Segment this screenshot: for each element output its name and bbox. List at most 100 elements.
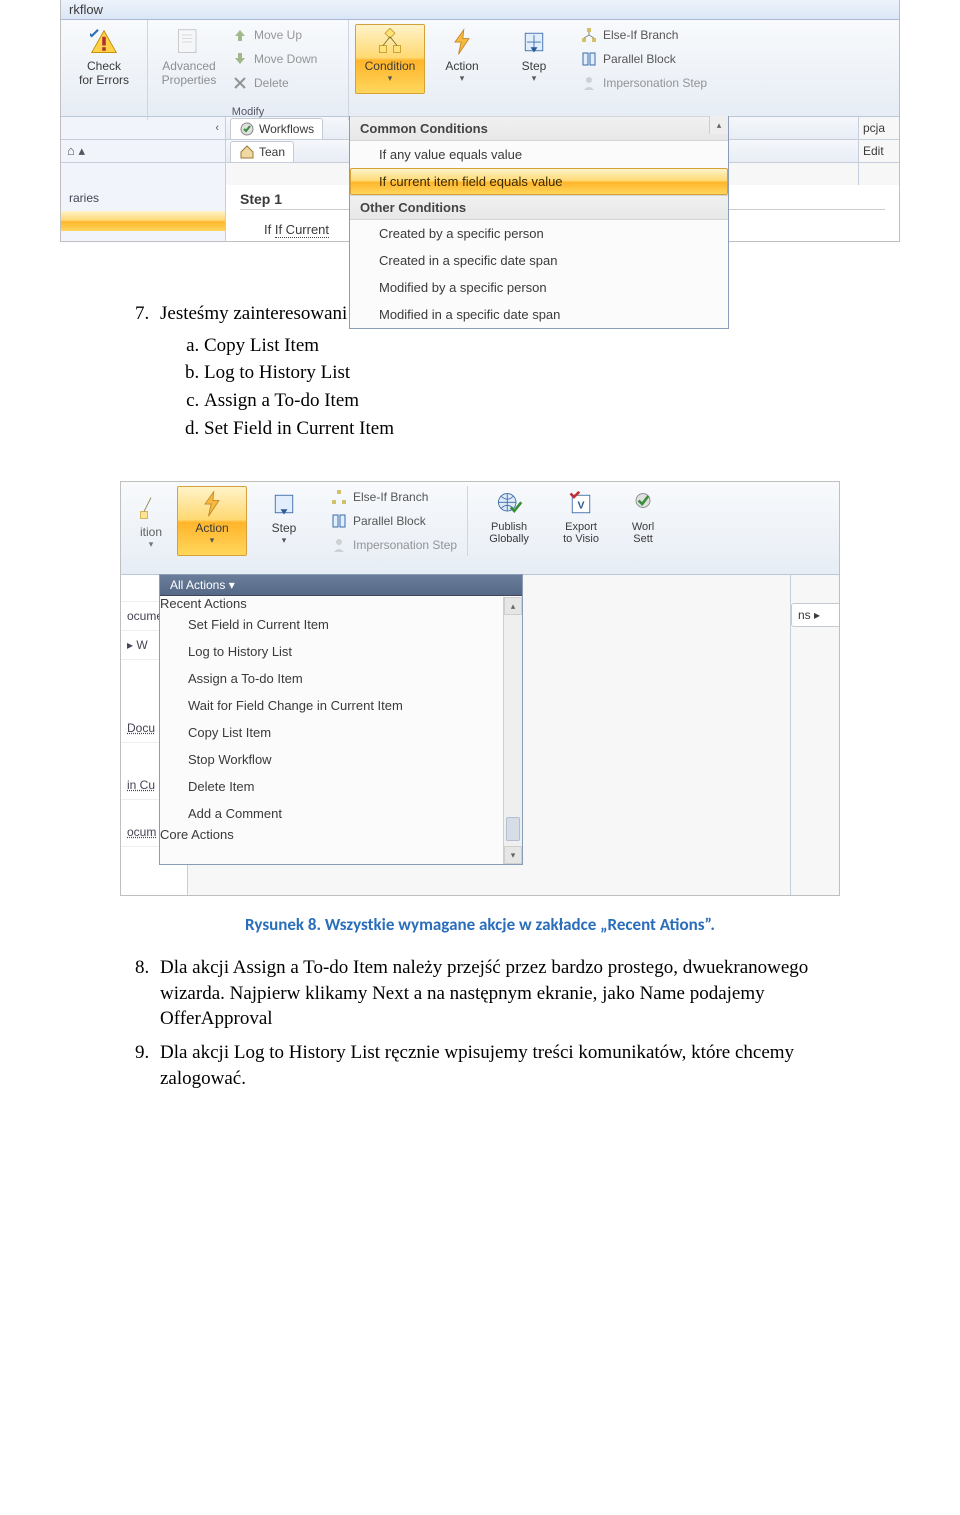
step-icon bbox=[269, 489, 299, 519]
tab-team[interactable]: Tean bbox=[230, 141, 294, 162]
scrollbar[interactable]: ▴ ▾ bbox=[503, 597, 522, 864]
group-label: Modify bbox=[154, 104, 342, 120]
scroll-up-icon[interactable]: ▴ bbox=[709, 116, 728, 134]
menu-header: Other Conditions bbox=[350, 195, 728, 220]
advanced-properties-button[interactable]: Advanced Properties bbox=[154, 24, 224, 94]
check-errors-button[interactable]: Check for Errors bbox=[67, 24, 141, 90]
selected-row[interactable] bbox=[61, 211, 225, 231]
menu-item[interactable]: Copy List Item bbox=[160, 719, 522, 746]
menu-header: Core Actions bbox=[160, 827, 522, 842]
publish-button[interactable]: Publish Globally bbox=[474, 486, 544, 556]
step-button[interactable]: Step ▾ bbox=[249, 486, 319, 556]
list-item: Dla akcji Assign a To-do Item należy prz… bbox=[154, 955, 850, 1032]
parallel-icon bbox=[581, 51, 597, 67]
menu-item[interactable]: Assign a To-do Item bbox=[160, 665, 522, 692]
person-icon bbox=[331, 537, 347, 553]
warning-icon bbox=[89, 27, 119, 57]
menu-item[interactable]: Delete Item bbox=[160, 773, 522, 800]
arrow-up-icon bbox=[232, 27, 248, 43]
nav-up[interactable]: ⌂ ▴ bbox=[61, 140, 225, 163]
group-insert: ition ▾ Action ▾ Step ▾ Else-If Bran bbox=[121, 482, 839, 578]
svg-text:V: V bbox=[578, 500, 585, 512]
window-title-fragment: rkflow bbox=[61, 0, 899, 20]
impersonation-button[interactable]: Impersonation Step bbox=[327, 536, 461, 554]
ribbon: ition ▾ Action ▾ Step ▾ Else-If Bran bbox=[121, 482, 839, 575]
lightning-icon bbox=[447, 27, 477, 57]
move-up-button[interactable]: Move Up bbox=[228, 26, 321, 44]
chevron-down-icon: ▾ bbox=[532, 73, 537, 84]
condition-icon bbox=[136, 493, 166, 523]
branch-icon bbox=[581, 27, 597, 43]
chevron-down-icon: ▾ bbox=[460, 73, 465, 84]
btn-label: Check for Errors bbox=[79, 59, 129, 87]
btn-label: Advanced Properties bbox=[162, 59, 217, 87]
group-insert: Condition ▾ Action ▾ Step ▾ Else-If bbox=[349, 20, 899, 120]
btn-label: Action bbox=[445, 59, 478, 73]
properties-icon bbox=[174, 27, 204, 57]
action-button[interactable]: Action ▾ bbox=[177, 486, 247, 556]
visio-icon: V bbox=[566, 489, 596, 519]
menu-item[interactable]: Add a Comment bbox=[160, 800, 522, 827]
figure-caption: Rysunek 8. Wszystkie wymagane akcje w za… bbox=[110, 914, 850, 937]
menu-item[interactable]: Stop Workflow bbox=[160, 746, 522, 773]
if-label: If bbox=[264, 222, 275, 237]
menu-item[interactable]: Modified by a specific person bbox=[350, 274, 728, 301]
scroll-up-icon[interactable]: ▴ bbox=[504, 597, 522, 615]
lightning-icon bbox=[197, 489, 227, 519]
menu-item-selected[interactable]: If current item field equals value bbox=[350, 168, 728, 195]
branch-icon bbox=[331, 489, 347, 505]
btn-label: Condition bbox=[365, 59, 416, 73]
right-fragment: pcja Edit bbox=[858, 117, 899, 185]
step-button[interactable]: Step ▾ bbox=[499, 24, 569, 94]
arrow-down-icon bbox=[232, 51, 248, 67]
check-icon bbox=[239, 121, 255, 137]
menu-item[interactable]: Set Field in Current Item bbox=[160, 611, 522, 638]
menu-item[interactable]: Created by a specific person bbox=[350, 220, 728, 247]
list-item: Log to History List bbox=[204, 360, 850, 386]
parallel-button[interactable]: Parallel Block bbox=[577, 50, 711, 68]
export-button[interactable]: V Export to Visio bbox=[546, 486, 616, 556]
menu-header: Recent Actions bbox=[160, 596, 522, 611]
condition-button[interactable]: Condition ▾ bbox=[355, 24, 425, 94]
menu-item[interactable]: Created in a specific date span bbox=[350, 247, 728, 274]
home-icon bbox=[239, 144, 255, 160]
left-pane: ‹ ⌂ ▴ bbox=[61, 117, 226, 185]
ribbon: Check for Errors Advanced Properties Mov… bbox=[61, 20, 899, 117]
parallel-button[interactable]: Parallel Block bbox=[327, 512, 461, 530]
collapse-icon[interactable]: ‹ bbox=[61, 117, 225, 140]
current-link[interactable]: If Current bbox=[275, 222, 329, 238]
list-item: Set Field in Current Item bbox=[204, 416, 850, 442]
action-button[interactable]: Action ▾ bbox=[427, 24, 497, 94]
elseif-button[interactable]: Else-If Branch bbox=[327, 488, 461, 506]
tab-workflows[interactable]: Workflows bbox=[230, 118, 323, 139]
libraries-label: raries bbox=[61, 185, 225, 211]
move-down-button[interactable]: Move Down bbox=[228, 50, 321, 68]
globe-check-icon bbox=[494, 489, 524, 519]
tab-fragment[interactable]: ns ▸ bbox=[791, 603, 839, 627]
delete-button[interactable]: Delete bbox=[228, 74, 321, 92]
scroll-thumb[interactable] bbox=[506, 817, 520, 841]
screenshot-condition-ribbon: rkflow Check for Errors bbox=[60, 0, 900, 242]
menu-item[interactable]: If any value equals value bbox=[350, 141, 728, 168]
impersonation-button[interactable]: Impersonation Step bbox=[577, 74, 711, 92]
group-modify: Advanced Properties Move Up Move Down De… bbox=[148, 20, 349, 120]
settings-frag[interactable]: Worl Sett bbox=[618, 486, 668, 556]
condition-icon bbox=[375, 27, 405, 57]
menu-item[interactable]: Wait for Field Change in Current Item bbox=[160, 692, 522, 719]
person-icon bbox=[581, 75, 597, 91]
menu-item[interactable]: Modified in a specific date span bbox=[350, 301, 728, 328]
menu-item[interactable]: Log to History List bbox=[160, 638, 522, 665]
parallel-icon bbox=[331, 513, 347, 529]
condition-dropdown: ▴ Common Conditions If any value equals … bbox=[349, 116, 729, 329]
scroll-down-icon[interactable]: ▾ bbox=[504, 846, 522, 864]
screenshot-action-ribbon: ition ▾ Action ▾ Step ▾ Else-If Bran bbox=[120, 481, 840, 896]
all-actions-header[interactable]: All Actions ▾ bbox=[160, 575, 522, 596]
btn-label: Step bbox=[522, 59, 547, 73]
list-item: Assign a To-do Item bbox=[204, 388, 850, 414]
step-icon bbox=[519, 27, 549, 57]
menu-item[interactable] bbox=[160, 842, 522, 864]
condition-frag[interactable]: ition ▾ bbox=[127, 486, 175, 556]
check-icon bbox=[628, 489, 658, 519]
list-item: Dla akcji Log to History List ręcznie wp… bbox=[154, 1040, 850, 1091]
elseif-button[interactable]: Else-If Branch bbox=[577, 26, 711, 44]
